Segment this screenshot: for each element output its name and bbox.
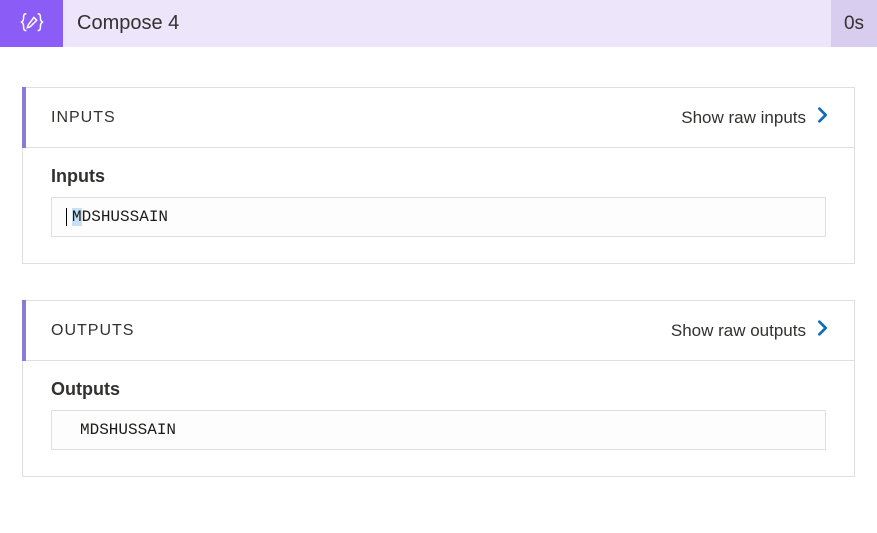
show-raw-inputs-link[interactable]: Show raw inputs (681, 106, 832, 129)
panels-container: INPUTS Show raw inputs Inputs MDSHUSSAIN… (0, 87, 877, 477)
action-header[interactable]: Compose 4 0s (0, 0, 877, 47)
outputs-panel-body: Outputs MDSHUSSAIN (23, 361, 854, 476)
inputs-panel-body: Inputs MDSHUSSAIN (23, 148, 854, 263)
outputs-value: MDSHUSSAIN (80, 421, 176, 439)
outputs-panel-header: OUTPUTS Show raw outputs (23, 301, 854, 361)
inputs-value-box[interactable]: MDSHUSSAIN (51, 197, 826, 237)
compose-action-icon (0, 0, 63, 47)
inputs-header-label: INPUTS (51, 109, 116, 127)
outputs-header-label: OUTPUTS (51, 322, 134, 340)
inputs-value-selected-char: M (72, 208, 82, 226)
inputs-panel-header: INPUTS Show raw inputs (23, 88, 854, 148)
chevron-right-icon (814, 106, 832, 129)
outputs-panel: OUTPUTS Show raw outputs Outputs MDSHUSS… (22, 300, 855, 477)
outputs-field-label: Outputs (51, 379, 826, 400)
inputs-value-rest: DSHUSSAIN (82, 208, 168, 226)
show-raw-outputs-link[interactable]: Show raw outputs (671, 319, 832, 342)
outputs-value-box[interactable]: MDSHUSSAIN (51, 410, 826, 450)
inputs-field-label: Inputs (51, 166, 826, 187)
show-raw-outputs-label: Show raw outputs (671, 321, 806, 341)
inputs-panel: INPUTS Show raw inputs Inputs MDSHUSSAIN (22, 87, 855, 264)
action-duration-badge: 0s (831, 0, 877, 47)
braces-pencil-icon (17, 9, 47, 39)
show-raw-inputs-label: Show raw inputs (681, 108, 806, 128)
chevron-right-icon (814, 319, 832, 342)
text-cursor (66, 208, 67, 226)
action-title: Compose 4 (63, 0, 831, 47)
